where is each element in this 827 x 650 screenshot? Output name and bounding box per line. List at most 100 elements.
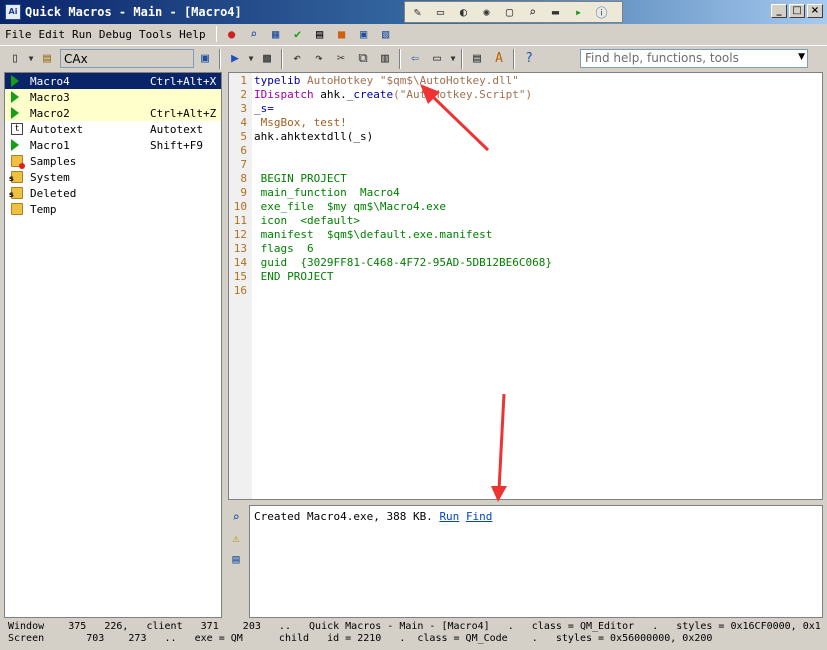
info-icon[interactable]: ⓘ [593, 4, 610, 21]
paste-icon[interactable]: ▥ [374, 48, 396, 70]
line-number: 15 [233, 270, 247, 283]
code-text[interactable]: main_function Macro4 [254, 186, 400, 199]
menu-edit[interactable]: Edit [38, 28, 72, 41]
tree-item[interactable]: Macro3 [5, 89, 221, 105]
status-window-info: Window 375 226, client 371 203 .. Quick … [8, 621, 821, 632]
tree-item[interactable]: Macro4 Ctrl+Alt+X [5, 73, 221, 89]
search-icon[interactable]: ⌕ [243, 25, 265, 43]
code-token: flags 6 [254, 242, 314, 255]
tree-item[interactable]: t Autotext Autotext [5, 121, 221, 137]
warning-icon[interactable]: ⚠ [227, 529, 245, 547]
code-token: main_function Macro4 [254, 186, 400, 199]
window-icon[interactable]: ▢ [501, 4, 518, 21]
tree-item-hotkey: Ctrl+Alt+Z [150, 107, 217, 120]
colors-icon[interactable]: ■ [331, 25, 353, 43]
code-text[interactable]: exe_file $my qm$\Macro4.exe [254, 200, 446, 213]
find-image-icon[interactable]: ⌕ [524, 4, 541, 21]
line-number: 4 [240, 116, 247, 129]
code-token: icon <default> [254, 214, 360, 227]
help-search-input[interactable]: Find help, functions, tools ▼ [580, 49, 808, 68]
redo-icon[interactable]: ↷ [308, 48, 330, 70]
help-icon[interactable]: ? [518, 48, 540, 70]
output-line: Created Macro4.exe, 388 KB. Run Find [254, 510, 492, 523]
font-icon[interactable]: A [488, 48, 510, 70]
back-icon[interactable]: ⇦ [404, 48, 426, 70]
app-icon[interactable]: Ai [5, 4, 21, 20]
tips-icon[interactable]: ▤ [227, 550, 245, 568]
copy-icon[interactable]: ⧉ [352, 48, 374, 70]
toolbar-separator [399, 48, 401, 69]
chevron-down-icon[interactable]: ▼ [798, 52, 805, 62]
code-text[interactable]: manifest $qm$\default.exe.manifest [254, 228, 493, 241]
tree-item[interactable]: Macro1 Shift+F9 [5, 137, 221, 153]
toolbar-separator [513, 48, 515, 69]
menu-run[interactable]: Run [71, 28, 98, 41]
code-editor[interactable]: 1 typelib AutoHotkey "$qm$\AutoHotkey.dll… [228, 72, 823, 500]
play-icon [11, 91, 23, 103]
windows-icon[interactable]: ▭ [426, 48, 448, 70]
code-text[interactable]: flags 6 [254, 242, 314, 255]
line-number: 6 [240, 144, 247, 157]
macro-name-field[interactable] [60, 49, 194, 68]
menu-help[interactable]: Help [178, 28, 212, 41]
run-link[interactable]: Run [439, 510, 459, 523]
code-line: 5 ahk.ahktextdll(_s) [229, 130, 823, 144]
compile-icon[interactable]: ▩ [256, 48, 278, 70]
line-number: 11 [233, 214, 247, 227]
menu-file[interactable]: File [4, 28, 38, 41]
menu-tools[interactable]: Tools [138, 28, 178, 41]
output-message: Created Macro4.exe, 388 KB. [254, 510, 440, 523]
line-number: 7 [240, 158, 247, 171]
control-icon[interactable]: ▬ [547, 4, 564, 21]
dialog-icon[interactable]: ▣ [353, 25, 375, 43]
minimize-button[interactable]: _ [771, 4, 787, 18]
code-token: ahk. [313, 88, 347, 101]
output-pane[interactable]: Created Macro4.exe, 388 KB. Run Find [249, 505, 823, 618]
calculator-icon[interactable]: ▤ [309, 25, 331, 43]
tree-item[interactable]: Deleted [5, 185, 221, 201]
run-icon[interactable]: ▶ [224, 48, 246, 70]
tree-item[interactable]: Temp [5, 201, 221, 217]
run-dropdown-icon[interactable]: ▼ [246, 48, 256, 70]
new-dropdown-icon[interactable]: ▼ [26, 48, 36, 70]
keyboard-icon[interactable]: ▭ [432, 4, 449, 21]
folder-icon [11, 155, 25, 169]
code-text[interactable]: guid {3029FF81-C468-4F72-95AD-5DB12BE6C0… [254, 256, 552, 269]
maximize-button[interactable]: □ [789, 4, 805, 18]
record-icon[interactable]: ● [221, 25, 243, 43]
code-line: 1 typelib AutoHotkey "$qm$\AutoHotkey.dll… [229, 74, 823, 88]
find-link[interactable]: Find [466, 510, 493, 523]
save-icon[interactable]: ▣ [194, 48, 216, 70]
mouse-icon[interactable]: ◐ [455, 4, 472, 21]
code-text[interactable]: ahk.ahktextdll(_s) [254, 130, 373, 143]
options-icon[interactable]: ▧ [375, 25, 397, 43]
tree-item[interactable]: Samples [5, 153, 221, 169]
windows-dropdown-icon[interactable]: ▼ [448, 48, 458, 70]
run-program-icon[interactable]: ▸ [570, 4, 587, 21]
code-text[interactable]: icon <default> [254, 214, 360, 227]
tree-item[interactable]: System [5, 169, 221, 185]
find-icon[interactable]: ⌕ [227, 508, 245, 526]
output-icon[interactable]: ▤ [466, 48, 488, 70]
close-button[interactable]: × [807, 4, 823, 18]
menu-debug[interactable]: Debug [98, 28, 138, 41]
undo-icon[interactable]: ↶ [286, 48, 308, 70]
code-line: 3 _s= [229, 102, 823, 116]
code-text[interactable]: BEGIN PROJECT [254, 172, 347, 185]
tree-item-label: Macro3 [30, 91, 70, 104]
macro-tree[interactable]: Macro4 Ctrl+Alt+X Macro3 Macro2 Ctrl+Alt+Z t A… [4, 72, 222, 618]
tree-item[interactable]: Macro2 Ctrl+Alt+Z [5, 105, 221, 121]
title-bar[interactable]: Ai Quick Macros - Main - [Macro4] ✎ ▭ ◐ … [0, 0, 827, 24]
code-text[interactable]: END PROJECT [254, 270, 334, 283]
code-text[interactable]: _s= [254, 102, 274, 115]
properties-icon[interactable]: ▤ [36, 48, 58, 70]
wait-icon[interactable]: ✺ [478, 4, 495, 21]
code-text[interactable]: MsgBox, test! [254, 116, 347, 129]
pen-icon[interactable]: ✎ [409, 4, 426, 21]
cut-icon[interactable]: ✂ [330, 48, 352, 70]
grid-icon[interactable]: ▦ [265, 25, 287, 43]
tree-item-hotkey: Shift+F9 [150, 139, 203, 152]
check-icon[interactable]: ✔ [287, 25, 309, 43]
new-item-icon[interactable]: ▯ [4, 48, 26, 70]
toolbar-separator [461, 48, 463, 69]
